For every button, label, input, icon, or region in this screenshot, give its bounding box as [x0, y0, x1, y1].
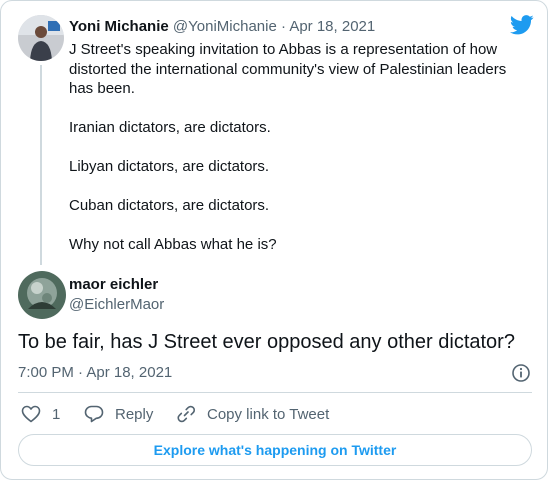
parent-tweet-paragraph: Libyan dictators, are dictators.: [69, 158, 270, 175]
parent-tweet-paragraph: Cuban dictators, are dictators.: [69, 197, 270, 214]
explore-twitter-button[interactable]: Explore what's happening on Twitter: [18, 434, 532, 466]
parent-tweet-date[interactable]: Apr 18, 2021: [289, 18, 375, 35]
heart-icon: [21, 405, 41, 423]
parent-author-avatar[interactable]: [18, 15, 64, 61]
like-action[interactable]: 1: [21, 403, 60, 425]
parent-tweet-header: Yoni Michanie @YoniMichanie · Apr 18, 20…: [69, 18, 375, 36]
main-author-name[interactable]: maor eichler: [69, 276, 158, 294]
link-icon: [177, 405, 196, 423]
parent-author-handle[interactable]: @YoniMichanie: [173, 18, 277, 35]
thread-connector-line: [40, 65, 42, 265]
action-divider: [18, 392, 532, 393]
copy-link-action[interactable]: Copy link to Tweet: [176, 403, 329, 425]
parent-author-name[interactable]: Yoni Michanie: [69, 18, 169, 35]
main-author-handle[interactable]: @EichlerMaor: [69, 296, 164, 314]
parent-tweet-body: J Street's speaking invitation to Abbas …: [69, 40, 529, 274]
info-icon[interactable]: [511, 363, 531, 383]
embedded-tweet-card: Yoni Michanie @YoniMichanie · Apr 18, 20…: [0, 0, 548, 480]
parent-tweet-paragraph: Iranian dictators, are dictators.: [69, 119, 271, 136]
twitter-bird-icon[interactable]: [510, 15, 534, 35]
reply-label: Reply: [115, 405, 154, 423]
reply-action[interactable]: Reply: [84, 403, 153, 425]
main-author-avatar[interactable]: [18, 271, 66, 319]
parent-tweet-paragraph: J Street's speaking invitation to Abbas …: [69, 41, 507, 97]
main-tweet-text: To be fair, has J Street ever opposed an…: [18, 331, 515, 353]
reply-icon: [84, 405, 104, 423]
like-count: 1: [52, 405, 61, 423]
parent-tweet-paragraph: Why not call Abbas what he is?: [69, 236, 277, 253]
copy-link-label: Copy link to Tweet: [207, 405, 330, 423]
parent-meta-separator: ·: [280, 18, 286, 35]
main-tweet-timestamp[interactable]: 7:00 PM · Apr 18, 2021: [18, 363, 172, 383]
